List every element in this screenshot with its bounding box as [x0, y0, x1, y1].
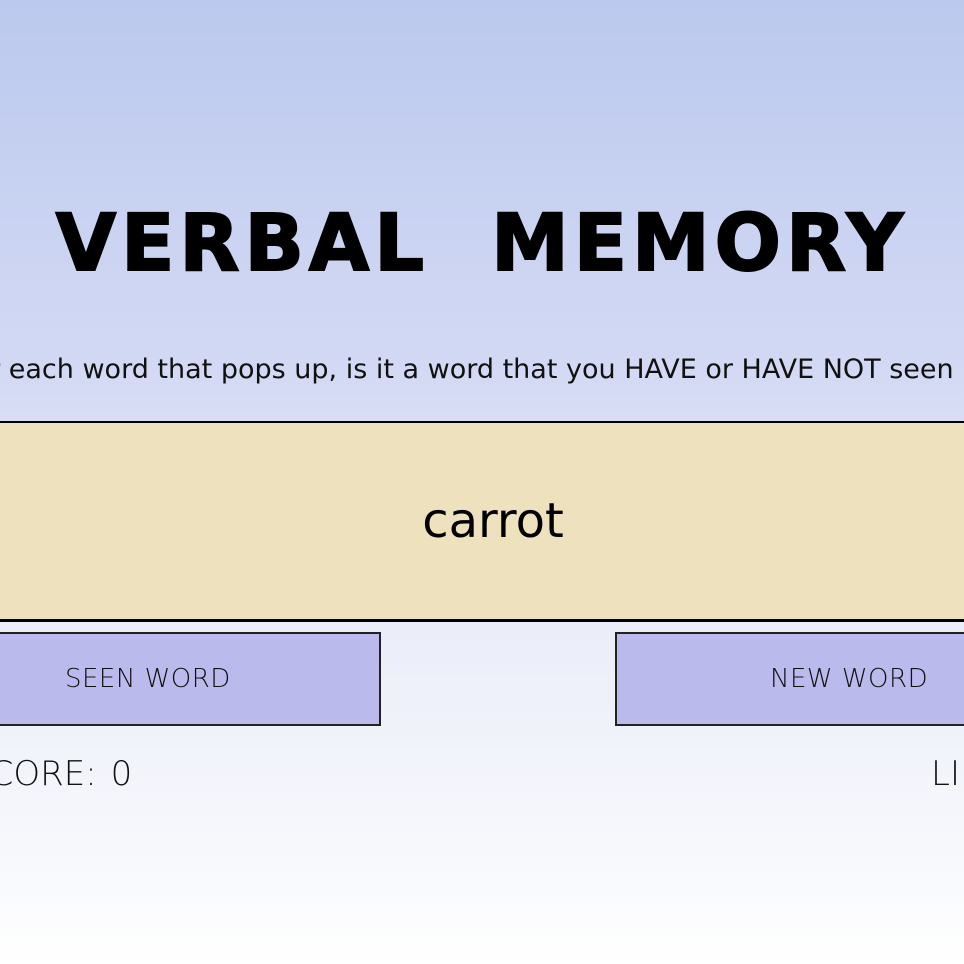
current-word: carrot: [422, 493, 564, 549]
word-display-panel: carrot: [0, 421, 964, 622]
new-word-button[interactable]: NEW WORD: [615, 632, 964, 726]
score-label: SCORE:: [0, 754, 97, 794]
seen-word-button[interactable]: SEEN WORD: [0, 632, 381, 726]
instructions-text: For each word that pops up, is it a word…: [0, 354, 954, 385]
lives-display: LI: [931, 752, 960, 796]
instructions-container: For each word that pops up, is it a word…: [0, 340, 964, 400]
score-value: 0: [110, 754, 133, 794]
page-title: VERBAL MEMORY: [55, 198, 909, 290]
lives-label: LI: [931, 754, 960, 794]
score-display: SCORE: 0: [0, 752, 132, 796]
seen-word-label: SEEN WORD: [65, 664, 231, 694]
new-word-label: NEW WORD: [770, 664, 929, 694]
